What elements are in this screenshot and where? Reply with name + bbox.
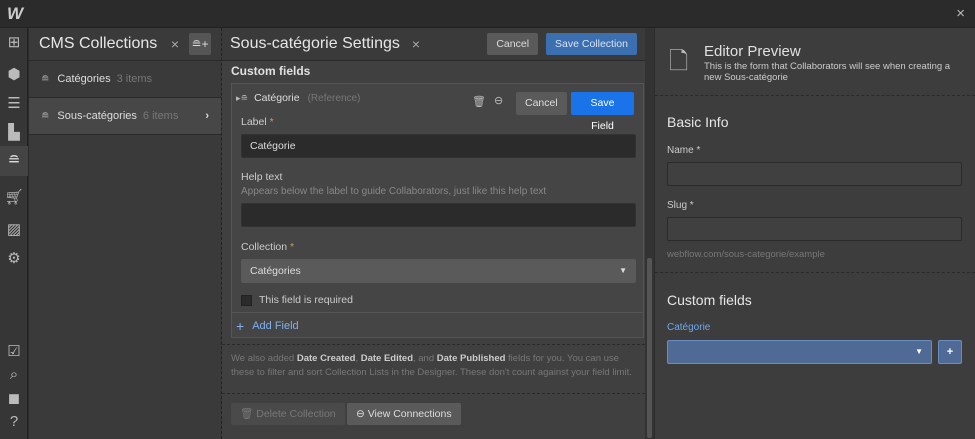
collection-item[interactable]: ≘ Catégories 3 items [29,61,221,98]
collection-settings-panel: Sous-catégorie Settings × Cancel Save Co… [222,28,645,439]
trash-icon: 🗑︎ [240,408,257,420]
close-icon[interactable]: × [171,36,179,52]
delete-collection-button[interactable]: 🗑︎ Delete Collection [231,403,345,425]
save-field-button[interactable]: Save Field [571,92,634,132]
add-field-button[interactable]: + Add Field [232,312,643,338]
categorie-select[interactable]: ▼ [667,340,932,364]
add-reference-button[interactable]: + [938,340,962,364]
connections-label: View Connections [367,408,452,420]
collection-name: Catégories [57,73,111,85]
item-count: 3 items [116,73,153,85]
field-editor: ▸≘ Catégorie (Reference) 🗑︎ ⊖ Cancel Sav… [231,83,644,338]
collection-select[interactable]: Catégories ▼ [241,259,636,283]
required-asterisk: * [269,116,274,128]
chevron-down-icon: ▼ [915,347,923,356]
add-panel-icon[interactable]: ⊞ [0,33,28,51]
pages-icon[interactable]: ▙ [0,123,28,141]
help-text-description: Appears below the label to guide Collabo… [241,186,547,197]
label-label: Label [241,116,267,128]
cancel-button[interactable]: Cancel [487,33,539,55]
webflow-logo[interactable]: W [7,4,23,24]
view-connections-button[interactable]: ⊖ View Connections [347,403,461,425]
plus-icon: + [236,317,245,334]
search-icon[interactable]: ⌕ [0,366,28,383]
link-icon[interactable]: ⊖ [494,94,503,107]
cms-collections-panel: CMS Collections × ≘+ ≘ Catégories 3 item… [29,28,222,439]
help-icon[interactable]: ? [0,413,28,430]
panel-title: CMS Collections [39,35,158,52]
slug-label: Slug * [667,200,694,211]
reference-field-icon: ▸≘ [236,92,249,103]
categorie-label: Catégorie [667,322,711,333]
add-collection-button[interactable]: ≘+ [189,33,211,55]
item-count: 6 items [142,110,179,122]
chevron-right-icon: › [205,110,209,122]
select-value: Catégories [250,265,301,277]
help-text-label: Help text [241,171,283,183]
name-label: Name * [667,145,701,156]
settings-icon[interactable]: ⚙ [0,249,28,267]
collection-name: Sous-catégories [57,110,137,122]
slug-input[interactable] [667,217,962,241]
cms-icon[interactable]: ≘ [0,146,28,176]
label-input[interactable]: Catégorie [241,134,636,158]
date-fields-note: We also added Date Created, Date Edited,… [231,353,632,378]
video-icon[interactable]: ◼ [0,389,28,407]
help-text-input[interactable] [241,203,636,227]
field-type: (Reference) [307,92,361,104]
left-toolbar: ⊞ ⬢ ☰ ▙ ≘ 🛒︎ ▨ ⚙ ☑ ⌕ ◼ ? [0,28,28,439]
database-icon: ≘ [41,73,50,85]
document-search-icon: 🗋︎ [669,48,689,75]
save-collection-button[interactable]: Save Collection [546,33,637,55]
section-heading: Custom fields [667,292,752,308]
section-heading: Custom fields [231,64,311,78]
field-name: Catégorie [254,92,300,104]
top-bar: W × [0,0,975,28]
panel-title: Sous-catégorie Settings [230,35,400,52]
close-icon[interactable]: × [956,5,965,22]
add-field-label: Add Field [252,319,299,332]
delete-label: Delete Collection [256,408,336,420]
name-input[interactable] [667,162,962,186]
panel-subtitle: This is the form that Collaborators will… [704,61,951,83]
required-asterisk: * [290,241,295,253]
ecommerce-icon[interactable]: 🛒︎ [0,188,28,206]
editor-preview-panel: 🗋︎ Editor Preview This is the form that … [655,28,975,439]
cancel-field-button[interactable]: Cancel [516,92,567,115]
panel-title: Editor Preview [704,43,801,60]
trash-icon[interactable]: 🗑︎ [472,95,486,108]
collection-item[interactable]: ≘ Sous-catégories 6 items › [29,98,221,135]
collection-label: Collection [241,241,288,253]
close-icon[interactable]: × [412,36,420,52]
chevron-down-icon: ▼ [619,266,627,275]
box-icon[interactable]: ⬢ [0,65,28,83]
tasks-icon[interactable]: ☑ [0,342,28,360]
slug-hint: webflow.com/sous-categorie/example [667,249,825,260]
required-checkbox[interactable] [241,294,252,306]
navigator-icon[interactable]: ☰ [0,94,28,112]
section-heading: Basic Info [667,114,729,130]
database-icon: ≘ [41,110,50,122]
required-label: This field is required [259,294,353,306]
scrollbar[interactable] [645,28,654,439]
assets-icon[interactable]: ▨ [0,220,28,238]
link-icon: ⊖ [356,408,368,420]
